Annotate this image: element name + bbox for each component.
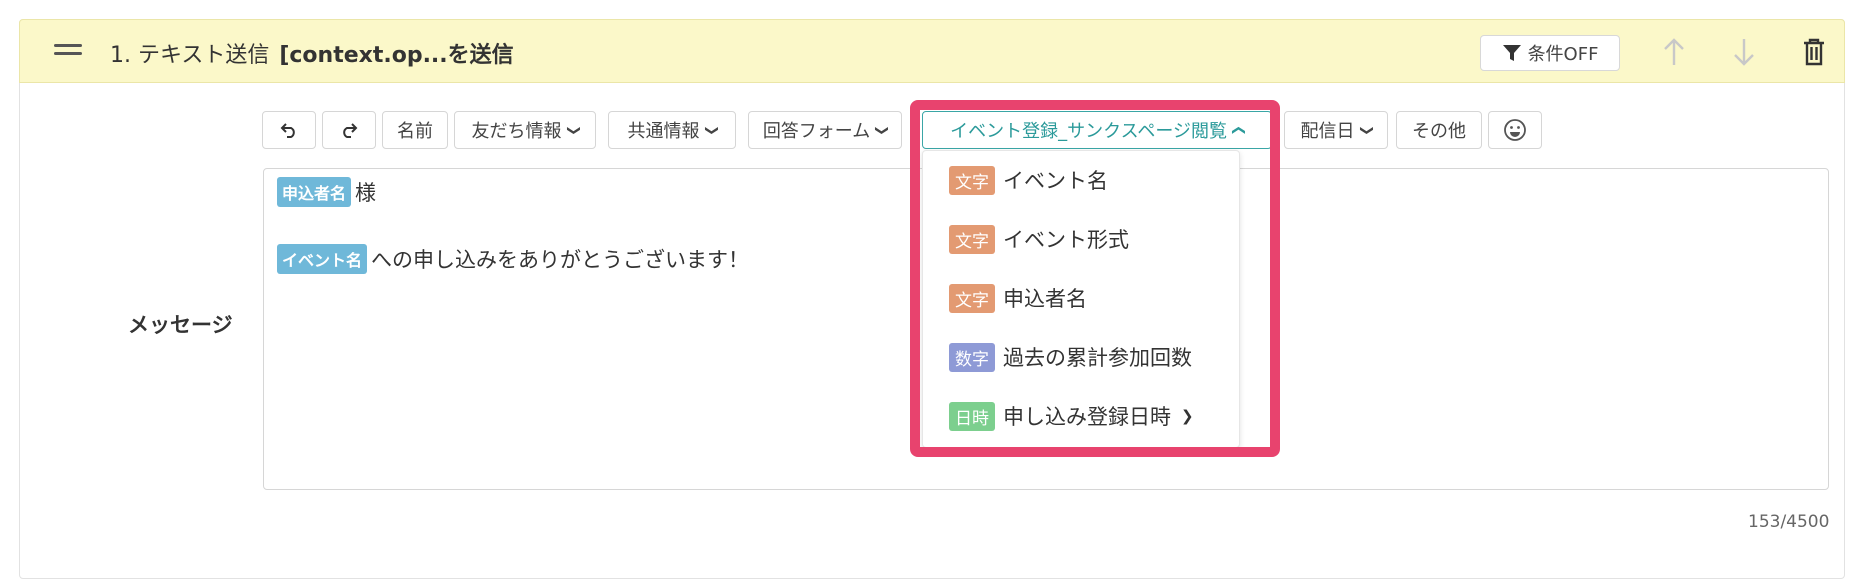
other-button[interactable]: その他	[1396, 111, 1482, 149]
step-title: 1. テキスト送信 [context.op...を送信	[110, 37, 514, 69]
menu-item-registration-datetime[interactable]: 日時 申し込み登録日時 ❯	[949, 401, 1194, 431]
menu-item-label: 過去の累計参加回数	[1003, 346, 1192, 370]
common-info-dropdown[interactable]: 共通情報 ❯	[608, 111, 736, 149]
insert-name-button[interactable]: 名前	[382, 111, 448, 149]
drag-handle-icon[interactable]	[54, 44, 82, 58]
type-badge-text: 文字	[949, 224, 995, 254]
friend-info-dropdown[interactable]: 友だち情報 ❯	[454, 111, 596, 149]
step-title-text: 1. テキスト送信	[110, 43, 270, 68]
character-counter: 153/4500	[1748, 512, 1830, 532]
insert-name-label: 名前	[397, 121, 433, 142]
redo-button[interactable]	[322, 111, 376, 149]
condition-toggle-button[interactable]: 条件OFF	[1480, 35, 1620, 71]
redo-icon	[343, 123, 358, 138]
menu-item-event-format[interactable]: 文字 イベント形式	[949, 224, 1129, 254]
type-badge-text: 文字	[949, 165, 995, 195]
menu-item-label: 申し込み登録日時	[1003, 405, 1171, 429]
event-variable-menu: 文字 イベント名 文字 イベント形式 文字 申込者名 数字 過去の累計参加回数 …	[922, 150, 1240, 448]
menu-item-label: イベント名	[1003, 169, 1108, 193]
editor-line-1: 申込者名 様	[277, 177, 376, 207]
menu-item-label: 申込者名	[1003, 287, 1087, 311]
step-subtitle: [context.op...を送信	[279, 43, 514, 68]
menu-item-applicant-name[interactable]: 文字 申込者名	[949, 283, 1087, 313]
type-badge-number: 数字	[949, 342, 995, 372]
variable-tag[interactable]: 申込者名	[277, 177, 352, 207]
editor-text: 様	[355, 181, 377, 205]
menu-item-event-name[interactable]: 文字 イベント名	[949, 165, 1108, 195]
editor-text: への申し込みをありがとうございます！	[371, 248, 750, 272]
chevron-down-icon: ❯	[703, 124, 719, 136]
filter-icon	[1502, 45, 1521, 61]
variable-tag[interactable]: イベント名	[277, 244, 368, 274]
other-label: その他	[1412, 121, 1466, 142]
undo-button[interactable]	[262, 111, 316, 149]
menu-item-participation-count[interactable]: 数字 過去の累計参加回数	[949, 342, 1192, 372]
trash-icon[interactable]	[1796, 34, 1832, 70]
menu-item-label: イベント形式	[1003, 228, 1129, 252]
common-info-label: 共通情報	[627, 121, 700, 142]
delivery-date-dropdown[interactable]: 配信日 ❯	[1284, 111, 1388, 149]
chevron-down-icon: ❯	[1358, 124, 1374, 136]
chevron-up-icon: ❮	[1230, 124, 1246, 136]
emoji-button[interactable]	[1488, 111, 1542, 149]
editor-line-2: イベント名 への申し込みをありがとうございます！	[277, 244, 749, 274]
message-label: メッセージ	[128, 313, 233, 337]
answer-form-dropdown[interactable]: 回答フォーム ❯	[748, 111, 902, 149]
undo-icon	[280, 123, 295, 138]
chevron-right-icon: ❯	[1181, 407, 1194, 425]
emoji-icon	[1504, 119, 1526, 141]
move-down-icon[interactable]	[1726, 34, 1762, 70]
chevron-down-icon: ❯	[565, 124, 581, 136]
friend-info-label: 友だち情報	[471, 121, 562, 142]
type-badge-text: 文字	[949, 283, 995, 313]
delivery-date-label: 配信日	[1300, 121, 1355, 142]
step-header: 1. テキスト送信 [context.op...を送信 条件OFF	[19, 19, 1845, 83]
chevron-down-icon: ❯	[874, 124, 890, 136]
event-registration-label: イベント登録_サンクスページ閲覧	[950, 121, 1227, 142]
type-badge-datetime: 日時	[949, 401, 995, 431]
move-up-icon[interactable]	[1656, 34, 1692, 70]
event-registration-dropdown[interactable]: イベント登録_サンクスページ閲覧 ❮	[922, 111, 1272, 149]
answer-form-label: 回答フォーム	[762, 121, 871, 142]
condition-label: 条件OFF	[1527, 44, 1599, 65]
